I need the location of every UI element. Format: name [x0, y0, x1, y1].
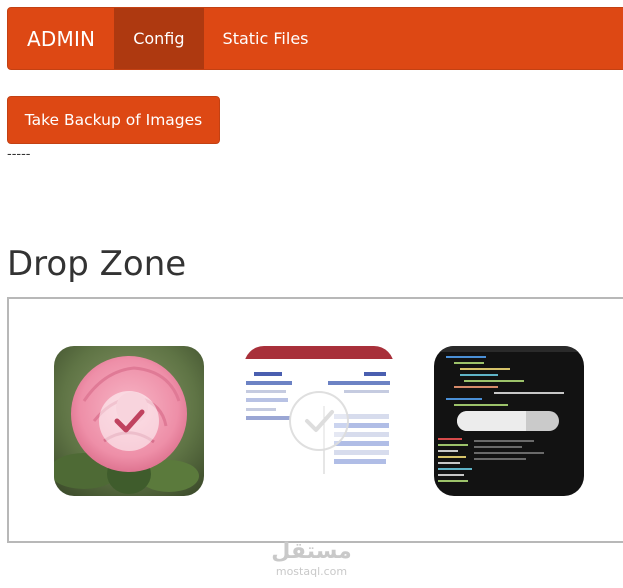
- drop-zone-title: Drop Zone: [7, 244, 187, 284]
- success-check-icon: [289, 391, 349, 451]
- file-preview-document[interactable]: [244, 346, 394, 496]
- success-check-icon: [99, 391, 159, 451]
- file-preview-rose[interactable]: [54, 346, 204, 496]
- separator-text: -----: [7, 147, 31, 162]
- watermark-latin-text: mostaql.com: [275, 565, 348, 578]
- top-navbar: ADMIN Config Static Files: [7, 7, 623, 70]
- nav-item-config[interactable]: Config: [114, 8, 204, 69]
- watermark: مستقل mostaql.com: [0, 539, 623, 578]
- watermark-arabic-text: مستقل: [271, 539, 352, 564]
- upload-progress-fill: [457, 411, 527, 431]
- file-preview-code[interactable]: [434, 346, 584, 496]
- upload-progress-bar: [457, 411, 559, 431]
- drop-zone[interactable]: [7, 297, 623, 543]
- brand-admin-link[interactable]: ADMIN: [8, 8, 114, 69]
- nav-item-static-files[interactable]: Static Files: [204, 8, 328, 69]
- take-backup-button[interactable]: Take Backup of Images: [7, 96, 220, 144]
